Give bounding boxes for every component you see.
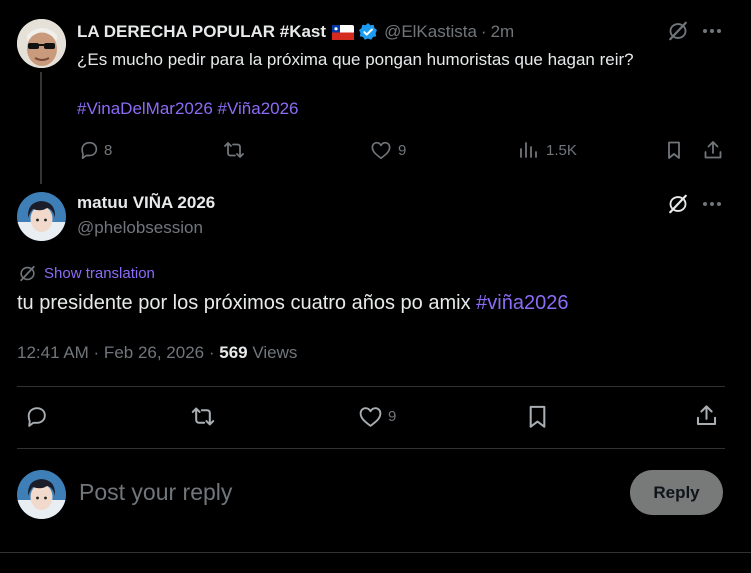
like-count: 9 <box>388 408 397 425</box>
divider <box>0 552 751 553</box>
reply-count: 8 <box>104 141 113 159</box>
avatar[interactable] <box>17 470 66 519</box>
divider <box>17 448 725 449</box>
handle[interactable]: @ElKastista <box>384 22 477 42</box>
verified-badge-icon <box>358 22 378 42</box>
reply-icon <box>78 139 100 161</box>
hashtag-link[interactable]: #VinaDelMar2026 <box>77 99 213 118</box>
tweet-body: tu presidente por los próximos cuatro añ… <box>17 292 471 314</box>
view-count: 1.5K <box>546 141 577 159</box>
like-count: 9 <box>398 141 407 159</box>
more-options-icon[interactable] <box>702 28 722 34</box>
avatar[interactable] <box>17 19 66 68</box>
more-options-icon[interactable] <box>702 201 722 207</box>
views-action[interactable]: 1.5K <box>518 140 577 160</box>
tweet-text: tu presidente por los próximos cuatro añ… <box>17 292 568 315</box>
share-icon[interactable] <box>702 139 724 161</box>
reply-button[interactable]: Reply <box>630 470 723 515</box>
tweet-text: ¿Es mucho pedir para la próxima que pong… <box>77 50 634 69</box>
reply-input[interactable]: Post your reply <box>79 479 232 506</box>
reply-icon[interactable] <box>24 404 49 429</box>
reply-button-label: Reply <box>653 482 700 502</box>
grok-icon[interactable] <box>667 193 689 215</box>
display-name[interactable]: LA DERECHA POPULAR #Kast <box>77 22 326 42</box>
share-icon[interactable] <box>694 403 719 428</box>
like-action[interactable]: 9 <box>370 140 406 160</box>
show-translation-link[interactable]: Show translation <box>18 264 155 283</box>
view-count: 569 <box>219 343 248 362</box>
views-label: Views <box>252 343 298 362</box>
separator: · <box>480 22 487 41</box>
like-action[interactable]: 9 <box>358 405 396 428</box>
grok-icon[interactable] <box>667 20 689 42</box>
timestamp[interactable]: 12:41 AM · Feb 26, 2026 <box>17 343 204 362</box>
handle[interactable]: @phelobsession <box>77 218 203 238</box>
thread-line <box>40 72 42 184</box>
chile-flag-icon <box>332 24 355 40</box>
separator: · <box>208 343 215 362</box>
tweet-time[interactable]: 2m <box>491 22 515 42</box>
hashtags: #VinaDelMar2026 #Viña2026 <box>77 99 299 119</box>
translate-icon <box>18 264 37 283</box>
bookmark-icon[interactable] <box>664 140 684 160</box>
hashtag-link[interactable]: #Viña2026 <box>218 99 299 118</box>
display-name[interactable]: matuu VIÑA 2026 <box>77 193 215 213</box>
tweet-meta: 12:41 AM · Feb 26, 2026 · 569 Views <box>17 343 297 363</box>
translation-label: Show translation <box>44 265 155 282</box>
avatar[interactable] <box>17 192 66 241</box>
repost-icon[interactable] <box>189 404 217 429</box>
analytics-icon <box>518 140 538 160</box>
divider <box>17 386 725 387</box>
hashtag-link[interactable]: #viña2026 <box>476 292 568 314</box>
tweet-header: LA DERECHA POPULAR #Kast @ElKastista · 2… <box>77 22 514 42</box>
bookmark-icon[interactable] <box>526 404 549 429</box>
reply-action[interactable]: 8 <box>78 139 112 161</box>
repost-icon[interactable] <box>222 139 246 161</box>
heart-icon <box>358 405 383 428</box>
heart-icon <box>370 140 392 160</box>
